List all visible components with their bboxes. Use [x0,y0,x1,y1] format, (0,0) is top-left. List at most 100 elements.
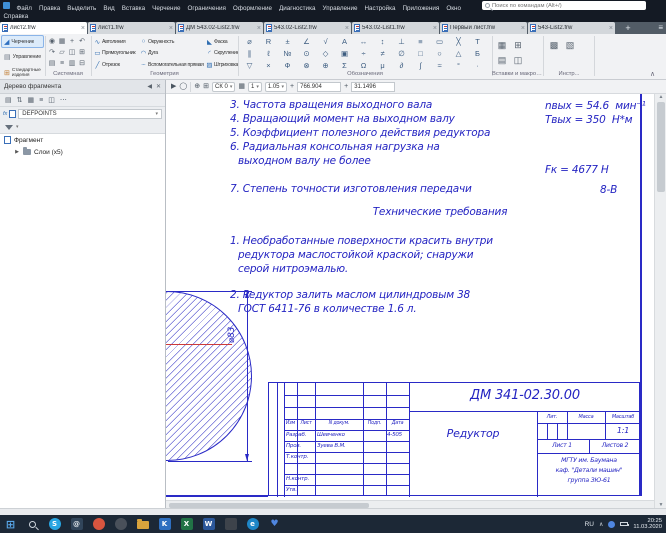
notation-tool-icon[interactable]: △ [449,48,468,60]
notation-tool-icon[interactable]: ⊙ [297,48,316,60]
instrument-tool-icon[interactable]: ▩ [546,38,562,53]
notation-tool-icon[interactable]: R [259,36,278,48]
system-tool-icon[interactable]: ▱ [57,47,67,58]
system-tool-icon[interactable]: ⊞ [77,47,87,58]
system-tool-icon[interactable]: ◉ [47,36,57,47]
system-tool-icon[interactable]: ▥ [67,58,77,69]
filter-icon[interactable] [5,125,13,130]
notation-tool-icon[interactable]: ↕ [373,36,392,48]
notation-tool-icon[interactable]: ⊥ [392,36,411,48]
document-tab[interactable]: лист1.frw× [88,22,175,34]
geometry-tool-button[interactable]: ▨Штриховка [205,59,239,71]
system-tool-icon[interactable]: ▦ [57,36,67,47]
notation-tool-icon[interactable]: ≡ [411,36,430,48]
system-tool-icon[interactable]: + [67,36,77,47]
hidden-icons-chevron-icon[interactable]: ∧ [599,521,603,528]
language-indicator[interactable]: RU [585,521,594,528]
geometry-tool-button[interactable]: ▭Прямоугольник [93,48,139,60]
notation-tool-icon[interactable]: ÷ [354,48,373,60]
insert-tool-icon[interactable]: ◫ [510,53,526,68]
geometry-tool-button[interactable]: ◜Скругление [205,48,239,60]
system-tool-icon[interactable]: ↶ [77,36,87,47]
kompas-icon[interactable]: K [157,517,172,532]
document-tab[interactable]: 543.02-List2.frw× [264,22,351,34]
rail-standard-parts-button[interactable]: ⊞Стандартные изделия [1,65,44,80]
heart-icon[interactable]: ♥ [267,517,282,532]
system-tool-icon[interactable]: ▤ [47,58,57,69]
command-search[interactable] [482,1,646,10]
browser-icon[interactable] [91,517,106,532]
coord-y-field[interactable]: 31.1496 [351,82,395,92]
snap-point-icon[interactable]: ⊕ [194,80,200,94]
instrument-tool-icon[interactable]: ▧ [562,38,578,53]
notation-tool-icon[interactable]: ∅ [392,48,411,60]
vertical-scrollbar[interactable]: ▲ ▼ [654,94,666,508]
notation-tool-icon[interactable]: ∥ [240,48,259,60]
rail-management-button[interactable]: ▤Управление [1,50,44,63]
tab-list-icon[interactable]: ≡ [658,22,663,34]
system-tool-icon[interactable]: ≡ [57,58,67,69]
layer-select[interactable]: 1 ▾ [248,82,262,92]
notation-tool-icon[interactable]: ± [278,36,297,48]
notation-tool-icon[interactable]: ◇ [316,48,335,60]
hatched-circle-shape[interactable] [166,291,252,461]
document-tab[interactable]: Первый лист.frw× [440,22,527,34]
geometry-tool-button[interactable]: ╱Отрезок [93,59,139,71]
zoom-select[interactable]: 1.05 ▾ [265,82,287,92]
search-input[interactable] [492,3,643,9]
snap-mode-icon[interactable]: ◯ [179,80,187,94]
coordinate-system-select[interactable]: СК 0 ▾ [212,82,235,92]
tree-tool-icon[interactable]: ⋯ [60,94,67,107]
start-button[interactable]: ⊞ [3,517,18,532]
cursor-mode-icon[interactable]: ▶ [171,80,176,94]
tab-close-icon[interactable]: × [257,25,261,32]
document-tab[interactable]: 543.02-List1.frw× [352,22,439,34]
layer-filter-select[interactable]: DEFPOINTS ▾ [18,109,162,119]
notation-tool-icon[interactable]: ≠ [373,48,392,60]
insert-tool-icon[interactable]: ⊞ [510,38,526,53]
folder-icon[interactable] [135,517,150,532]
document-tab[interactable]: ДМ 543.02-List2.frw× [176,22,263,34]
insert-tool-icon[interactable]: ▤ [494,53,510,68]
geometry-tool-button[interactable]: ┄Вспомогательная прямая [139,59,205,71]
notation-tool-icon[interactable]: № [278,48,297,60]
notation-tool-icon[interactable]: Б [468,48,487,60]
diameter-dimension-label[interactable]: ⌀83 [227,315,237,355]
notation-tool-icon[interactable]: ℓ [259,48,278,60]
geometry-tool-button[interactable]: ◠Дуга [139,48,205,60]
geometry-tool-button[interactable]: ∿Автолиния [93,36,139,48]
chevron-down-icon[interactable]: ▾ [16,124,19,130]
tab-close-icon[interactable]: × [433,25,437,32]
tree-tool-icon[interactable]: ◫ [48,94,55,107]
excel-icon[interactable]: X [179,517,194,532]
notation-tool-icon[interactable]: ∠ [297,36,316,48]
notation-tool-icon[interactable]: □ [411,48,430,60]
function-icon[interactable]: fx [3,111,7,117]
notation-tool-icon[interactable]: ○ [430,48,449,60]
notation-tool-icon[interactable]: T [468,36,487,48]
tab-close-icon[interactable]: × [345,25,349,32]
scrollbar-thumb[interactable] [657,102,665,192]
word-icon[interactable]: W [201,517,216,532]
tab-close-icon[interactable]: × [169,25,173,32]
collapse-panel-icon[interactable]: ◀ [147,83,152,90]
coord-x-field[interactable]: 766.904 [297,82,341,92]
rail-drawing-button[interactable]: ◢Черчение [1,35,44,48]
drawing-canvas[interactable]: ⌀83 Технические требования ДМ 341-02.30.… [166,94,654,500]
tree-tool-icon[interactable]: ▦ [28,94,35,107]
new-document-button[interactable]: + [622,22,634,34]
layers-icon[interactable]: ▦ [238,80,245,94]
app-icon[interactable] [113,517,128,532]
tab-close-icon[interactable]: × [521,25,525,32]
mail-icon[interactable]: @ [69,517,84,532]
grid-icon[interactable]: ⊞ [203,80,209,94]
notation-tool-icon[interactable]: ⌀ [240,36,259,48]
scroll-up-icon[interactable]: ▲ [655,94,666,100]
notation-tool-icon[interactable]: ▭ [430,36,449,48]
tab-close-icon[interactable]: × [81,25,85,32]
notation-tool-icon[interactable]: ╳ [449,36,468,48]
viewer-icon[interactable] [223,517,238,532]
tab-close-icon[interactable]: × [609,25,613,32]
tray-app-icon[interactable] [608,521,615,528]
document-tab[interactable]: 543-List2.frw× [528,22,615,34]
